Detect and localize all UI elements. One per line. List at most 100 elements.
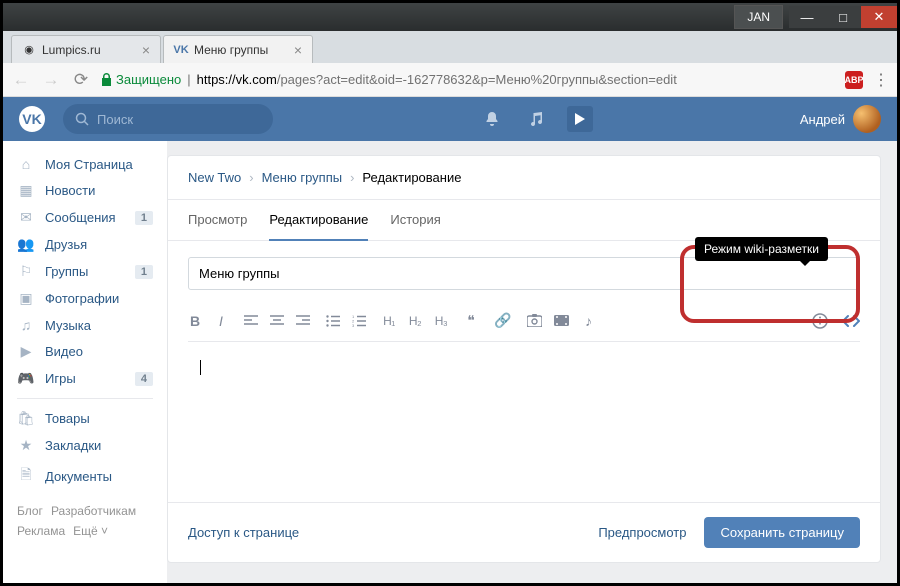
browser-tab[interactable]: VK Меню группы × bbox=[163, 35, 313, 63]
browser-menu-button[interactable]: ⋮ bbox=[873, 70, 889, 90]
avatar bbox=[853, 105, 881, 133]
text-cursor bbox=[200, 360, 201, 375]
sidebar-item-games[interactable]: 🎮Игры4 bbox=[3, 365, 167, 392]
editor-footer: Доступ к странице Предпросмотр Сохранить… bbox=[168, 502, 880, 562]
photo-button[interactable] bbox=[527, 314, 542, 327]
address-bar[interactable]: Защищено | https://vk.com/pages?act=edit… bbox=[101, 72, 835, 87]
sidebar-item-label: Музыка bbox=[45, 318, 91, 333]
page-access-link[interactable]: Доступ к странице bbox=[188, 525, 299, 540]
breadcrumb-link[interactable]: Меню группы bbox=[262, 170, 343, 185]
link-button[interactable]: 🔗 bbox=[494, 312, 511, 329]
sidebar-item-news[interactable]: ▦ Новости bbox=[3, 177, 167, 204]
sidebar-item-label: Видео bbox=[45, 344, 83, 359]
wiki-markup-button[interactable] bbox=[842, 314, 860, 328]
sidebar-item-market[interactable]: 🛍Товары bbox=[3, 405, 167, 432]
editor-content[interactable] bbox=[188, 342, 860, 462]
sidebar-footer: Блог Разработчикам Реклама Ещё ˅ bbox=[3, 493, 167, 550]
sidebar-item-label: Документы bbox=[45, 469, 112, 484]
page-title-input[interactable] bbox=[188, 257, 860, 290]
sidebar-item-friends[interactable]: 👥 Друзья bbox=[3, 231, 167, 258]
numbered-list-button[interactable]: 123 bbox=[352, 315, 366, 327]
os-titlebar: JAN — □ ✕ bbox=[3, 3, 897, 31]
window-minimize-button[interactable]: — bbox=[789, 6, 825, 28]
preview-link[interactable]: Предпросмотр bbox=[598, 525, 686, 540]
favicon-icon: ◉ bbox=[22, 43, 36, 57]
tab-history[interactable]: История bbox=[390, 200, 440, 240]
window-close-button[interactable]: ✕ bbox=[861, 6, 897, 28]
page-tabs: Просмотр Редактирование История bbox=[168, 200, 880, 241]
play-icon[interactable] bbox=[567, 106, 593, 132]
window-maximize-button[interactable]: □ bbox=[825, 6, 861, 28]
sidebar-item-groups[interactable]: ⚐Группы1 bbox=[3, 258, 167, 285]
audio-button[interactable]: ♪ bbox=[581, 313, 595, 329]
username-label: Андрей bbox=[800, 112, 845, 127]
bookmark-icon: ★ bbox=[17, 437, 35, 454]
sidebar-item-docs[interactable]: 🗎Документы bbox=[3, 459, 167, 493]
svg-text:3: 3 bbox=[352, 323, 355, 327]
video-button[interactable] bbox=[554, 315, 569, 326]
nav-reload-button[interactable]: ⟳ bbox=[71, 70, 91, 90]
photos-icon: ▣ bbox=[17, 290, 35, 307]
sidebar-item-label: Моя Страница bbox=[45, 157, 133, 172]
nav-back-button[interactable]: ← bbox=[11, 70, 31, 90]
tab-close-icon[interactable]: × bbox=[286, 42, 302, 58]
market-icon: 🛍 bbox=[17, 410, 35, 427]
breadcrumb-link[interactable]: New Two bbox=[188, 170, 241, 185]
sidebar-item-messages[interactable]: ✉Сообщения1 bbox=[3, 204, 167, 231]
search-icon bbox=[75, 112, 89, 126]
notifications-icon[interactable] bbox=[479, 106, 505, 132]
url-path: /pages?act=edit&oid=-162778632&p=Меню%20… bbox=[277, 72, 677, 87]
footer-link[interactable]: Реклама bbox=[17, 524, 65, 538]
tab-title: Меню группы bbox=[194, 43, 268, 57]
user-menu[interactable]: Андрей bbox=[800, 105, 881, 133]
sidebar-item-label: Фотографии bbox=[45, 291, 119, 306]
tab-close-icon[interactable]: × bbox=[134, 42, 150, 58]
sidebar-item-music[interactable]: ♫Музыка bbox=[3, 312, 167, 338]
sidebar: ⌂ Моя Страница ▦ Новости ✉Сообщения1 👥 Друз… bbox=[3, 141, 167, 583]
messages-icon: ✉ bbox=[17, 209, 35, 226]
sidebar-item-bookmarks[interactable]: ★ Закладки bbox=[3, 432, 167, 459]
tab-view[interactable]: Просмотр bbox=[188, 200, 247, 240]
search-input[interactable]: Поиск bbox=[63, 104, 273, 134]
home-icon: ⌂ bbox=[17, 156, 35, 172]
save-button[interactable]: Сохранить страницу bbox=[704, 517, 860, 548]
tab-title: Lumpics.ru bbox=[42, 43, 101, 57]
news-icon: ▦ bbox=[17, 182, 35, 199]
footer-link[interactable]: Разработчикам bbox=[51, 504, 136, 518]
bullet-list-button[interactable] bbox=[326, 315, 340, 327]
sidebar-item-label: Закладки bbox=[45, 438, 101, 453]
music-icon[interactable] bbox=[523, 106, 549, 132]
extension-abp-icon[interactable]: ABP bbox=[845, 71, 863, 89]
vk-logo-icon[interactable]: VK bbox=[19, 106, 45, 132]
lock-icon: Защищено bbox=[101, 72, 181, 87]
align-center-button[interactable] bbox=[270, 315, 284, 327]
italic-button[interactable]: I bbox=[214, 313, 228, 329]
heading1-button[interactable]: H₁ bbox=[382, 314, 396, 328]
chevron-right-icon: › bbox=[350, 170, 354, 185]
editor-toolbar: B I 123 H₁ bbox=[188, 302, 860, 342]
search-placeholder: Поиск bbox=[97, 112, 133, 127]
sidebar-item-photos[interactable]: ▣ Фотографии bbox=[3, 285, 167, 312]
footer-link[interactable]: Блог bbox=[17, 504, 43, 518]
bold-button[interactable]: B bbox=[188, 313, 202, 329]
align-right-button[interactable] bbox=[296, 315, 310, 327]
align-left-button[interactable] bbox=[244, 315, 258, 327]
quote-button[interactable]: ❝ bbox=[464, 312, 478, 329]
video-icon: ▶ bbox=[17, 343, 35, 360]
heading2-button[interactable]: H₂ bbox=[408, 314, 422, 328]
nav-forward-button[interactable]: → bbox=[41, 70, 61, 90]
info-icon[interactable] bbox=[812, 313, 828, 329]
heading3-button[interactable]: H₃ bbox=[434, 314, 448, 328]
groups-icon: ⚐ bbox=[17, 263, 35, 280]
badge: 1 bbox=[135, 211, 153, 225]
sidebar-item-label: Новости bbox=[45, 183, 95, 198]
footer-link[interactable]: Ещё ˅ bbox=[73, 524, 108, 538]
sidebar-item-my-page[interactable]: ⌂ Моя Страница bbox=[3, 151, 167, 177]
tab-edit[interactable]: Редактирование bbox=[269, 200, 368, 241]
badge: 4 bbox=[135, 372, 153, 386]
browser-tab[interactable]: ◉ Lumpics.ru × bbox=[11, 35, 161, 63]
sidebar-item-label: Друзья bbox=[45, 237, 87, 252]
sidebar-item-video[interactable]: ▶ Видео bbox=[3, 338, 167, 365]
url-host: https://vk.com bbox=[197, 72, 277, 87]
friends-icon: 👥 bbox=[17, 236, 35, 253]
